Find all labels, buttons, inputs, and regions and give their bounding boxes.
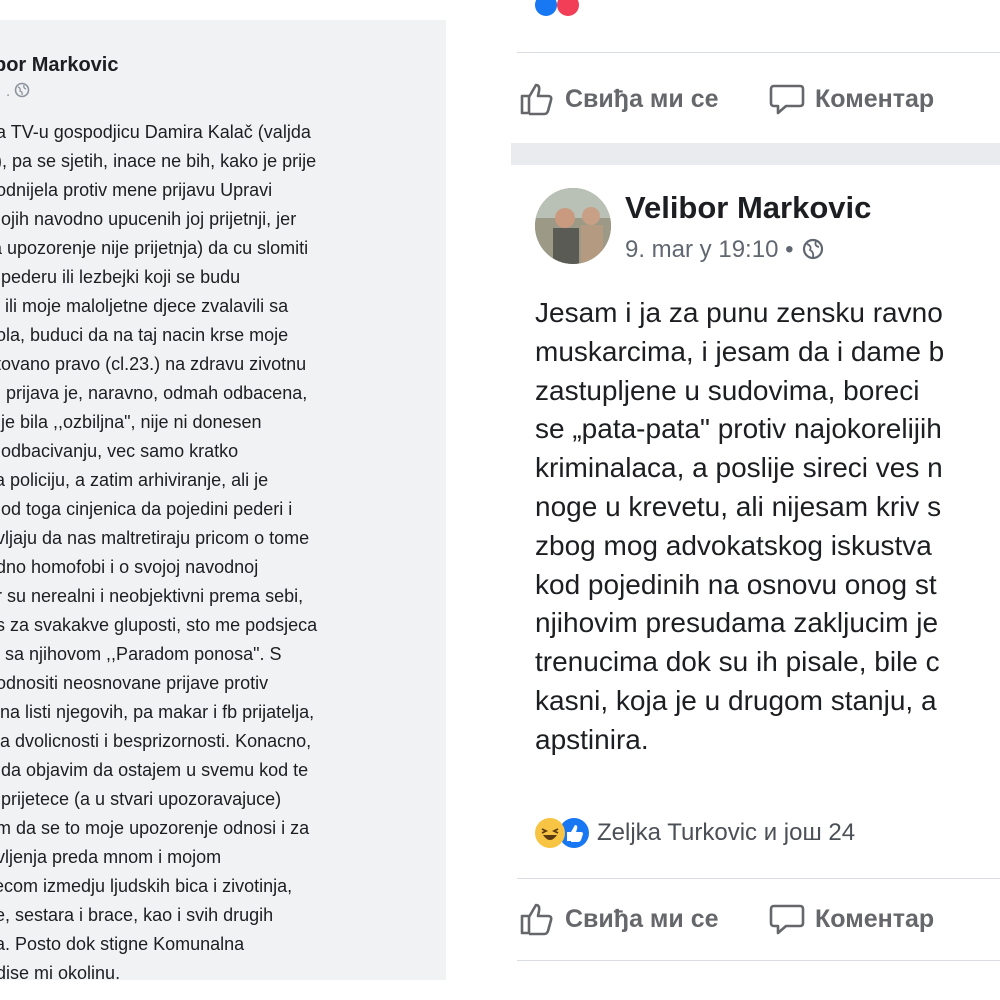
reactions-text: Zeljka Turkovic и још 24 <box>597 819 856 846</box>
like-button-label: Свиђа ми се <box>565 84 719 113</box>
post-meta: 9. mar у 19:10 • <box>625 236 824 264</box>
globe-icon <box>803 238 824 260</box>
comment-button[interactable]: Коментар <box>769 74 934 124</box>
left-post-text-line: o prijetece (a u stvari upozoravajuce) <box>0 789 282 809</box>
left-post-text-line: mojih navodno upucenih joj prijetnji, je… <box>0 209 297 229</box>
thumbs-up-icon <box>520 83 553 116</box>
left-post-meta-text: . <box>6 82 11 100</box>
post-text-line: kod pojedinih na osnovu onog st <box>535 568 937 600</box>
avatar[interactable] <box>535 188 611 264</box>
left-post-text-line: o odbacivanju, vec samo kratko <box>0 441 239 461</box>
left-post-text-line: o je bila ,,ozbiljna", nije ni donesen <box>0 412 262 432</box>
left-post-text-line: (a upozorenje nije prijetnja) da cu slom… <box>0 238 309 258</box>
globe-icon <box>14 82 30 102</box>
post-text-line: muskarcima, i jesam da i dame b <box>535 335 945 367</box>
left-post-text-line: podnositi neosnovane prijave protiv <box>0 673 269 693</box>
left-post-text-line: n pederu ili lezbejki koji se budu <box>0 267 241 287</box>
left-post-text-line: avljenja preda mnom i mojom <box>0 847 222 867</box>
thumbs-up-icon <box>520 903 553 936</box>
post-separator <box>511 143 1000 165</box>
love-reaction-icon <box>557 0 580 16</box>
left-post-text-line: er su nerealni i neobjektivni prema sebi… <box>0 586 304 606</box>
left-post-screenshot: bor Markovic . na TV-u gospodjicu Damira… <box>0 20 446 980</box>
left-post-text-line: iu ili moje maloljetne djece zvalavili s… <box>0 296 289 316</box>
left-post-text-line: odno homofobi i o svojoj navodnoj <box>0 557 259 577</box>
left-post-text-line: sta dvolicnosti i besprizornosti. Konacn… <box>0 731 312 751</box>
comment-button[interactable]: Коментар <box>769 894 934 944</box>
left-post-text-line: ?), pa se sjetih, inace ne bih, kako je … <box>0 151 317 171</box>
post-text-line: kriminalaca, a poslije sireci ves n <box>535 452 943 484</box>
left-post-text-line: e od toga cinjenica da pojedini pederi i <box>0 499 293 519</box>
post-text-line: zastupljene u sudovima, boreci <box>535 374 920 406</box>
left-post-text-line: na TV-u gospodjicu Damira Kalač (valjda <box>0 122 311 142</box>
left-post-text-line: avljaju da nas maltretiraju pricom o tom… <box>0 528 310 548</box>
left-post-author[interactable]: bor Markovic <box>0 54 118 77</box>
post-body: Jesam i ja za punu zensku ravno muskarcim… <box>535 294 1000 760</box>
right-post-screenshot: Свиђа ми се Коментар Velibor Markovic 9.… <box>511 0 1000 980</box>
left-post-text-line: u da objavim da ostajem u svemu kod te <box>0 760 309 780</box>
comment-button-label: Коментар <box>815 904 935 933</box>
top-reactions <box>535 0 580 16</box>
left-post-text-line: adise mi okolinu. <box>0 963 121 980</box>
post-author[interactable]: Velibor Markovic <box>625 190 871 226</box>
left-post-text-line: pola, buduci da na taj nacin krse moje <box>0 325 289 345</box>
divider <box>517 960 1000 961</box>
post-text-line: kasni, koja je u drugom stanju, a <box>535 684 937 716</box>
left-post-meta: . <box>6 82 30 102</box>
post-text-line: apstinira. <box>535 723 649 755</box>
comment-button-label: Коментар <box>815 84 935 113</box>
left-post-text-line: as za svakakve gluposti, sto me podsjeca <box>0 615 318 635</box>
post-text-line: trenucima dok su ih pisale, bile c <box>535 646 940 678</box>
left-post-text-line: ce, sestara i brace, kao i svih drugih <box>0 905 274 925</box>
action-bar-top: Свиђа ми се Коментар <box>511 74 1000 124</box>
post-text-line: Jesam i ja za punu zensku ravno <box>535 297 943 328</box>
left-post-text-line: ti na listi njegovih, pa makar i fb prij… <box>0 702 315 722</box>
post-timestamp[interactable]: 9. mar у 19:10 • <box>625 236 793 263</box>
like-button[interactable]: Свиђа ми се <box>519 894 719 944</box>
comment-icon <box>769 904 805 935</box>
like-button-label: Свиђа ми се <box>565 904 719 933</box>
post-text-line: zbog mog advokatskog iskustva <box>535 529 932 561</box>
post-text-line: njihovim presudama zakljucim je <box>535 607 939 639</box>
left-post-text-line: podnijela protiv mene prijavu Upravi <box>0 180 273 200</box>
left-post-text-line: ntovano pravo (cl.23.) na zdravu zivotnu <box>0 354 307 374</box>
haha-reaction-icon <box>535 818 565 848</box>
left-post-text-line: ja sa njihovom ,,Paradom ponosa". S <box>0 644 282 664</box>
left-post-body: na TV-u gospodjicu Damira Kalač (valjda?… <box>0 118 446 980</box>
left-post-text-line: ljecom izmedju ljudskih bica i zivotinja… <box>0 876 293 896</box>
divider <box>517 52 1000 53</box>
comment-icon <box>769 84 805 115</box>
post-text-line: noge u krevetu, ali nijesam kriv s <box>535 490 942 522</box>
reactions-summary[interactable]: Zeljka Turkovic и још 24 <box>535 812 855 854</box>
like-button[interactable]: Свиђа ми се <box>519 74 719 124</box>
action-bar-bottom: Свиђа ми се Коментар <box>511 894 1000 944</box>
like-reaction-icon <box>535 0 557 16</box>
post-text-line: se „pata-pata" protiv najokorelijih <box>535 413 942 445</box>
left-post-text-line: e, prijava je, naravno, odmah odbacena, <box>0 383 308 403</box>
divider <box>517 878 1000 879</box>
left-post-text-line: za policiju, a zatim arhiviranje, ali je <box>0 470 269 490</box>
left-post-text-line: em da se to moje upozorenje odnosi i za <box>0 818 310 838</box>
left-post-text-line: va. Posto dok stigne Komunalna <box>0 934 245 954</box>
